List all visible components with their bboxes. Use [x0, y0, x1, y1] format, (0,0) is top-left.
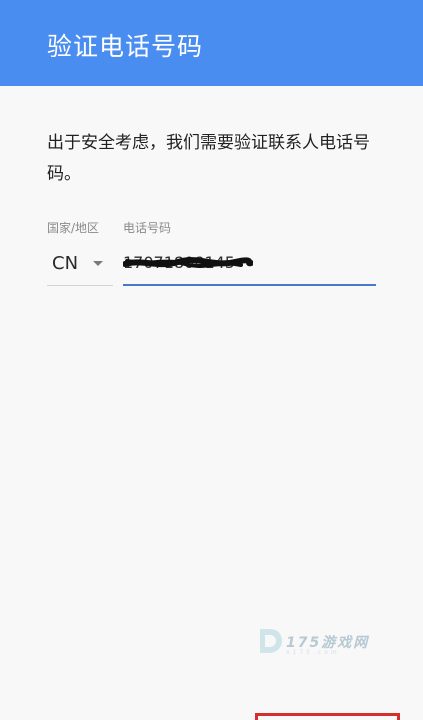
country-select[interactable]: CN — [47, 246, 113, 286]
phone-label: 电话号码 — [123, 221, 172, 235]
country-label: 国家/地区 — [47, 221, 100, 235]
watermark-logo-icon — [260, 629, 282, 653]
app-header: 验证电话号码 — [0, 0, 423, 86]
bottom-action-button[interactable] — [255, 713, 400, 720]
watermark: 175游戏网 x175.com — [256, 626, 376, 660]
watermark-subtext: x175.com — [286, 649, 340, 656]
page-title: 验证电话号码 — [47, 32, 204, 61]
country-code: CN — [52, 253, 79, 274]
phone-number-input[interactable]: 17071808145 — [123, 246, 376, 286]
security-message: 出于安全考虑，我们需要验证联系人电话号码。 — [47, 133, 370, 184]
redaction-scribble — [123, 257, 253, 268]
caret-down-icon — [93, 261, 103, 266]
